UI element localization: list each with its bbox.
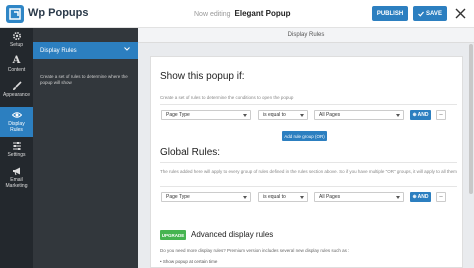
select-value: All Pages <box>319 112 341 118</box>
page-title: Display Rules <box>138 28 474 43</box>
add-rule-group-button[interactable]: Add rule group (OR) <box>282 131 327 141</box>
advanced-rules-title: Advanced display rules <box>191 230 274 239</box>
panel-section-display-rules[interactable]: Display Rules <box>33 42 138 59</box>
rule-value-select[interactable]: All Pages <box>314 110 404 120</box>
sidebar-rail: Setup A Content Appearance Display Rules… <box>0 28 33 268</box>
logo-icon <box>6 5 24 23</box>
chevron-down-icon <box>124 47 130 51</box>
and-label: AND <box>417 194 429 200</box>
chevron-down-icon <box>300 114 304 117</box>
sidebar-item-setup[interactable]: Setup <box>0 31 33 53</box>
remove-rule-button[interactable]: – <box>436 110 446 120</box>
text-icon: A <box>12 55 21 66</box>
sidebar-item-settings[interactable]: Settings <box>0 141 33 163</box>
minus-icon: – <box>439 194 443 200</box>
and-label: AND <box>417 112 429 118</box>
gear-icon <box>12 31 22 41</box>
sidebar-item-appearance[interactable]: Appearance <box>0 81 33 103</box>
advanced-description: Do you need more display rules? Premium … <box>160 248 350 253</box>
sidebar-item-label: Display Rules <box>8 121 25 133</box>
remove-global-rule-button[interactable]: – <box>436 192 446 202</box>
chevron-down-icon <box>396 114 400 117</box>
select-value: Page Type <box>166 112 190 118</box>
panel-heading: Display Rules <box>40 47 77 54</box>
rule-operator-select[interactable]: is equal to <box>258 110 308 120</box>
megaphone-icon <box>12 166 22 176</box>
add-global-and-rule-button[interactable]: ⊕ AND <box>410 192 431 202</box>
brush-icon <box>12 81 22 91</box>
eye-icon <box>11 110 22 120</box>
sliders-icon <box>12 141 22 151</box>
close-icon[interactable] <box>455 8 466 19</box>
sidebar-item-label: Content <box>7 67 26 73</box>
global-rule-operator-select[interactable]: is equal to <box>258 192 308 202</box>
rules-panel: Display Rules Create a set of rules to d… <box>33 28 138 268</box>
check-icon <box>418 11 425 17</box>
scrollbar-thumb[interactable] <box>469 44 473 194</box>
list-item-text: Show popup at certain time <box>162 259 218 264</box>
sidebar-item-label: Appearance <box>3 92 30 98</box>
show-title: Show this popup if: <box>160 71 245 82</box>
chevron-down-icon <box>396 196 400 199</box>
global-rule-value-select[interactable]: All Pages <box>314 192 404 202</box>
chevron-down-icon <box>300 196 304 199</box>
sidebar-item-email-marketing[interactable]: Email Marketing <box>0 166 33 194</box>
select-value: All Pages <box>319 194 341 200</box>
upgrade-badge[interactable]: UPGRADE <box>160 230 186 240</box>
minus-icon: – <box>439 112 443 118</box>
select-value: is equal to <box>263 112 286 118</box>
select-value: is equal to <box>263 194 286 200</box>
divider <box>160 104 457 105</box>
add-and-rule-button[interactable]: ⊕ AND <box>410 110 431 120</box>
app-brand: Wp Popups <box>28 7 89 19</box>
select-value: Page Type <box>166 194 190 200</box>
chevron-down-icon <box>243 114 247 117</box>
rule-type-select[interactable]: Page Type <box>161 110 251 120</box>
save-label: SAVE <box>426 10 442 17</box>
panel-description: Create a set of rules to determine where… <box>40 74 128 85</box>
plus-icon: ⊕ <box>412 112 417 118</box>
global-rules-title: Global Rules: <box>160 147 221 158</box>
publish-button[interactable]: PUBLISH <box>372 6 408 21</box>
global-rules-description: The rules added here will apply to every… <box>160 169 457 174</box>
sidebar-item-label: Email Marketing <box>5 177 28 189</box>
advanced-list-item: • Show popup at certain time <box>160 259 218 264</box>
sidebar-item-display-rules[interactable]: Display Rules <box>0 107 33 137</box>
save-button[interactable]: SAVE <box>413 6 447 21</box>
top-bar: Wp Popups Now editing Elegant Popup PUBL… <box>0 0 474 28</box>
sidebar-item-content[interactable]: A Content <box>0 56 33 78</box>
sidebar-item-label: Settings <box>7 152 26 158</box>
editing-label: Now editing <box>194 11 231 18</box>
show-description: Create a set of rules to determine the c… <box>160 95 294 100</box>
popup-name: Elegant Popup <box>234 9 291 18</box>
editing-status: Now editing Elegant Popup <box>194 9 291 18</box>
divider <box>160 186 457 187</box>
sidebar-item-label: Setup <box>9 42 24 48</box>
plus-icon: ⊕ <box>412 194 417 200</box>
global-rule-type-select[interactable]: Page Type <box>161 192 251 202</box>
chevron-down-icon <box>243 196 247 199</box>
divider <box>160 162 457 163</box>
